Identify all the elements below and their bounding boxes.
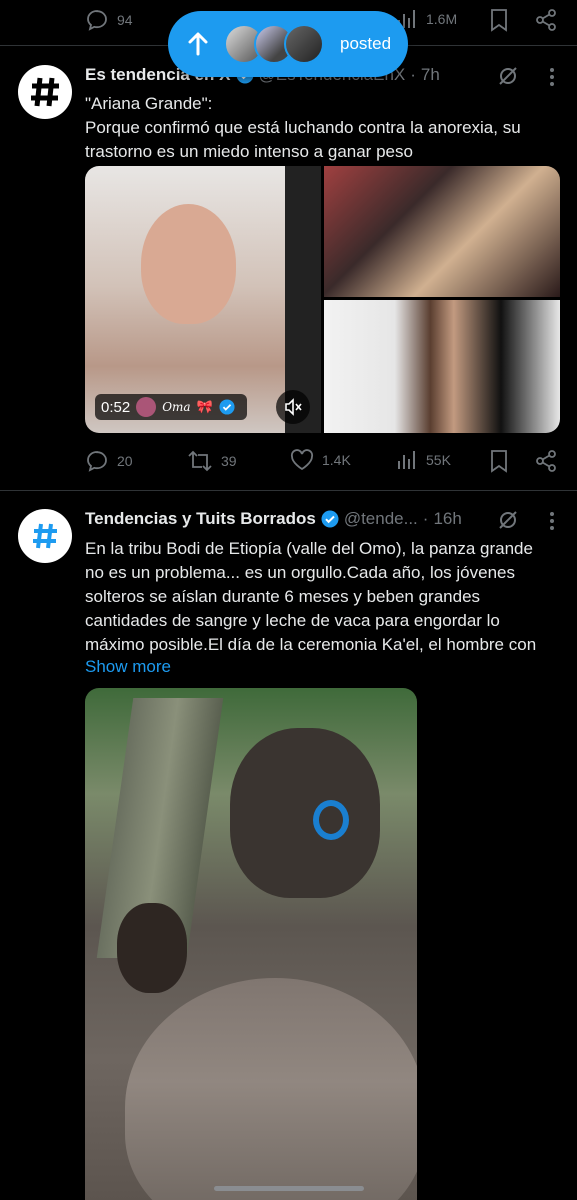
grok-icon[interactable] xyxy=(497,509,519,531)
tweet-header: Tendencias y Tuits Borrados @tende... · … xyxy=(85,509,462,529)
repost-icon xyxy=(187,449,213,473)
display-name[interactable]: Tendencias y Tuits Borrados xyxy=(85,509,316,529)
reply-icon xyxy=(85,8,109,32)
tweet-text-line: cantidades de sangre y leche de vaca par… xyxy=(85,611,500,630)
like-count: 1.4K xyxy=(322,452,351,468)
repost-action[interactable]: 39 xyxy=(187,449,237,473)
media-image[interactable] xyxy=(324,166,560,297)
media-image[interactable] xyxy=(324,300,560,433)
bow-emoji: 🎀 xyxy=(196,399,213,414)
tweet-text-line: máximo posible.El día de la ceremonia Ka… xyxy=(85,635,537,654)
timestamp[interactable]: 16h xyxy=(433,509,461,529)
person-shape xyxy=(117,903,187,993)
separator-dot: · xyxy=(410,65,416,84)
new-posts-pill[interactable]: posted xyxy=(168,11,408,77)
media-grid[interactable]: 0:52 Oma 🎀 xyxy=(85,166,560,433)
verified-badge-icon xyxy=(321,510,339,528)
timestamp[interactable]: 7h xyxy=(421,65,440,85)
share-icon[interactable] xyxy=(534,449,558,473)
video-thumbnail[interactable]: 0:52 Oma 🎀 xyxy=(85,166,321,433)
verified-badge-icon xyxy=(219,399,235,415)
home-indicator xyxy=(214,1186,364,1191)
arrow-up-icon xyxy=(182,28,214,60)
tweet-text-line: no es un problema... es un orgullo.Cada … xyxy=(85,563,515,582)
bookmark-icon[interactable] xyxy=(488,8,510,32)
body-shape xyxy=(125,978,417,1200)
tweet-text-line: Porque confirmó que está luchando contra… xyxy=(85,118,521,137)
overlay-name: Oma xyxy=(162,400,191,414)
bookmark-icon[interactable] xyxy=(488,449,510,473)
video-duration: 0:52 xyxy=(101,398,131,416)
share-icon[interactable] xyxy=(534,8,558,32)
views-count: 1.6M xyxy=(426,11,458,27)
hashtag-icon xyxy=(28,75,62,109)
tweet-text: "Ariana Grande": Porque confirmó que est… xyxy=(85,92,560,164)
avatar[interactable] xyxy=(18,65,72,119)
views-action[interactable]: 1.6M xyxy=(396,8,457,30)
tweet[interactable]: Es tendencia en X @EsTendenciaEnX · 7h "… xyxy=(0,47,577,491)
avatar xyxy=(284,24,324,64)
tweet-text-line: solteros se aíslan durante 6 meses y beb… xyxy=(85,587,481,606)
tweet-text-line: trastorno es un miedo intenso a ganar pe… xyxy=(85,142,413,161)
media-image[interactable] xyxy=(85,688,417,1200)
tweet-actions: 20 39 1.4K 55K xyxy=(85,449,560,479)
reply-action[interactable]: 20 xyxy=(85,449,133,473)
tweet[interactable]: Tendencias y Tuits Borrados @tende... · … xyxy=(0,491,577,1200)
mute-button[interactable] xyxy=(276,390,310,424)
reply-icon xyxy=(85,449,109,473)
blue-earring xyxy=(313,800,349,840)
new-posts-label: posted xyxy=(340,34,392,53)
separator-dot: · xyxy=(422,509,429,528)
video-overlay: 0:52 Oma 🎀 xyxy=(95,394,247,420)
tweet-text: En la tribu Bodi de Etiopía (valle del O… xyxy=(85,537,560,657)
heart-icon xyxy=(290,449,314,471)
head-shape xyxy=(230,728,380,898)
show-more-link[interactable]: Show more xyxy=(85,657,171,677)
reply-action[interactable]: 94 xyxy=(85,8,133,32)
avatar xyxy=(136,397,157,417)
grok-icon[interactable] xyxy=(497,65,519,87)
tweet-text-line: En la tribu Bodi de Etiopía (valle del O… xyxy=(85,539,533,558)
reply-count: 94 xyxy=(117,12,133,28)
face-shape xyxy=(141,204,236,324)
reply-count: 20 xyxy=(117,453,133,469)
avatar[interactable] xyxy=(18,509,72,563)
hashtag-icon xyxy=(30,521,60,551)
mute-icon xyxy=(283,397,303,417)
views-action[interactable]: 55K xyxy=(396,449,451,471)
repost-count: 39 xyxy=(221,453,237,469)
handle[interactable]: @tende... xyxy=(344,509,418,529)
like-action[interactable]: 1.4K xyxy=(290,449,351,471)
views-count: 55K xyxy=(426,452,451,468)
views-icon xyxy=(396,449,418,471)
tweet-text-line: "Ariana Grande": xyxy=(85,94,213,113)
more-options-icon[interactable] xyxy=(549,67,555,87)
more-options-icon[interactable] xyxy=(549,511,555,531)
